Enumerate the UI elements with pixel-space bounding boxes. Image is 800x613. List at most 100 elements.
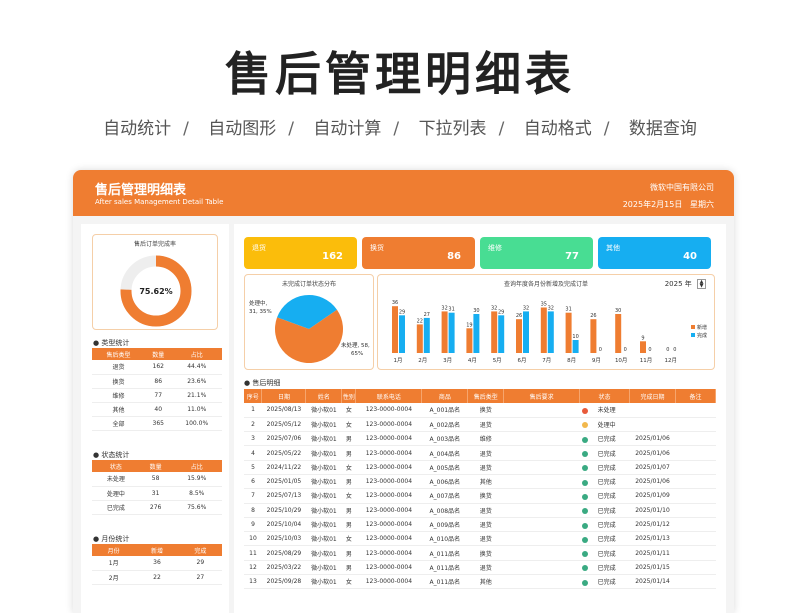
column-header[interactable]: 日期 <box>261 389 307 403</box>
column-header: 售后类型 <box>92 348 145 360</box>
status-dot-icon <box>581 436 588 443</box>
date-text: 2025年2月15日 <box>622 200 683 209</box>
table-cell: 31 <box>139 486 172 501</box>
table-cell: 换货 <box>467 545 504 561</box>
table-cell: 27 <box>178 570 222 585</box>
table-cell: 2025/09/28 <box>261 574 306 590</box>
bar-value-label: 0 <box>648 347 651 353</box>
table-cell: 维修 <box>92 388 145 403</box>
table-cell <box>629 417 676 433</box>
table-row[interactable]: 5 2024/11/22 微小软01 女 123-0000-0004 A_005品名 退货 已… <box>244 460 716 475</box>
table-cell: 86 <box>144 374 172 389</box>
bar-new <box>640 341 646 353</box>
column-header: 占比 <box>171 348 222 360</box>
legend-swatch-done <box>691 333 695 337</box>
left-panel: 售后订单完成率 75.62% ● 类型统计 售后类型 数量 占比 退货 162 44… <box>81 224 229 613</box>
table-cell: 女 <box>341 488 356 504</box>
table-cell: 8 <box>244 503 262 518</box>
table-row[interactable]: 10 2025/10/03 微小软01 女 123-0000-0004 A_010品名 退货… <box>244 531 716 547</box>
table-cell: 1 <box>244 403 262 418</box>
x-tick-label: 7月 <box>542 357 551 364</box>
column-header[interactable]: 联系电话 <box>355 389 423 403</box>
feature-list: 自动统计 / 自动图形 / 自动计算 / 下拉列表 / 自动格式 / 数据查询 <box>0 114 800 139</box>
table-row[interactable]: 4 2025/05/22 微小软01 男 123-0000-0004 A_004品名 退货 已… <box>244 445 716 461</box>
table-cell: 2025/08/29 <box>261 545 306 561</box>
table-cell <box>503 431 580 447</box>
table-cell: 123-0000-0004 <box>355 488 422 504</box>
table-cell: A_011品名 <box>421 545 468 561</box>
status-text: 已完成 <box>597 450 616 458</box>
column-header[interactable]: 售后要求 <box>503 389 581 403</box>
table-cell: 100.0% <box>171 416 222 431</box>
table-cell <box>675 445 716 461</box>
column-header[interactable]: 序号 <box>244 389 263 403</box>
table-cell: 2025/05/22 <box>261 445 306 461</box>
bar-done <box>547 311 554 353</box>
table-cell: A_004品名 <box>421 445 468 461</box>
column-header[interactable]: 商品 <box>421 389 469 403</box>
bar-value-label: 32 <box>548 305 554 311</box>
dashboard-title: 售后管理明细表 <box>95 183 187 198</box>
x-tick-label: 4月 <box>468 357 477 364</box>
table-cell: 13 <box>244 574 262 590</box>
table-cell: 微小软01 <box>305 445 342 461</box>
column-header[interactable]: 售后类型 <box>467 389 505 403</box>
table-row[interactable]: 9 2025/10/04 微小软01 男 123-0000-0004 A_009品名 退货 已… <box>244 517 716 533</box>
status-dot-icon <box>581 536 588 543</box>
table-cell: 123-0000-0004 <box>355 403 422 418</box>
table-cell: 21.1% <box>171 388 222 403</box>
table-cell <box>503 560 580 576</box>
column-header[interactable]: 状态 <box>579 389 631 403</box>
table-cell: 微小软01 <box>305 517 342 533</box>
legend-label-done: 完成 <box>697 332 707 339</box>
table-cell: 22 <box>135 570 179 585</box>
status-text: 已完成 <box>597 536 616 544</box>
bar-value-label: 32 <box>523 305 529 311</box>
table-cell: 其他 <box>467 574 504 590</box>
column-header[interactable]: 姓名 <box>305 389 343 403</box>
bar-done <box>423 317 430 353</box>
column-header[interactable]: 性别 <box>341 389 357 403</box>
header-date: 2025年2月15日 星期六 <box>623 199 714 210</box>
table-cell: 微小软01 <box>305 531 342 547</box>
bar-value-label: 0 <box>666 347 669 353</box>
column-header[interactable]: 完成日期 <box>629 389 676 403</box>
table-row[interactable]: 6 2025/01/05 微小软01 男 123-0000-0004 A_006品名 其他 已… <box>244 474 716 490</box>
table-row[interactable]: 13 2025/09/28 微小软01 女 123-0000-0004 A_011品名 其他… <box>244 574 716 590</box>
table-row[interactable]: 3 2025/07/06 微小软01 男 123-0000-0004 A_003品名 维修 已… <box>244 431 716 447</box>
kpi-label: 换货 <box>370 244 384 252</box>
bar-value-label: 26 <box>590 313 596 319</box>
table-cell: 2025/01/10 <box>629 503 676 518</box>
table-cell: 162 <box>144 360 172 375</box>
table-cell <box>675 545 716 561</box>
hero-title: 售后管理明细表 <box>225 47 575 101</box>
table-cell: A_005品名 <box>421 460 468 475</box>
column-header[interactable]: 备注 <box>675 389 716 403</box>
table-row[interactable]: 8 2025/10/29 微小软01 男 123-0000-0004 A_008品名 退货 已… <box>244 503 716 518</box>
table-cell: 36 <box>135 556 179 571</box>
table-row[interactable]: 11 2025/08/29 微小软01 男 123-0000-0004 A_011品名 换货… <box>244 545 716 561</box>
table-cell: 女 <box>341 531 356 547</box>
kpi-card-return: 退货 162 <box>244 237 357 269</box>
table-cell: 58 <box>139 472 172 487</box>
status-text: 处理中 <box>597 421 616 429</box>
table-cell: 处理中 <box>92 486 140 501</box>
table-cell: 微小软01 <box>305 545 342 561</box>
bar-value-label: 31 <box>448 307 454 313</box>
table-cell: 换货 <box>467 403 504 418</box>
table-cell: 女 <box>341 574 356 590</box>
column-header: 占比 <box>171 460 222 472</box>
table-cell: A_007品名 <box>421 488 468 504</box>
table-row[interactable]: 12 2025/03/22 微小软01 男 123-0000-0004 A_011品名 退货… <box>244 560 716 576</box>
table-row[interactable]: 1 2025/08/13 微小软01 女 123-0000-0004 A_001品名 换货 未… <box>244 403 716 418</box>
table-row[interactable]: 2 2025/05/12 微小软01 女 123-0000-0004 A_002品名 退货 处… <box>244 417 716 433</box>
table-cell: 退货 <box>467 560 504 576</box>
column-header: 数量 <box>139 460 172 472</box>
table-cell: 10 <box>244 531 262 547</box>
table-cell <box>503 545 580 561</box>
table-row[interactable]: 7 2025/07/13 微小软01 女 123-0000-0004 A_007品名 换货 已… <box>244 488 716 504</box>
type-stats-title-text: 类型统计 <box>101 339 130 347</box>
table-cell: 未处理 <box>92 472 140 487</box>
status-stats-title: ● 状态统计 <box>93 451 130 459</box>
table-cell: 2025/01/09 <box>629 488 676 504</box>
